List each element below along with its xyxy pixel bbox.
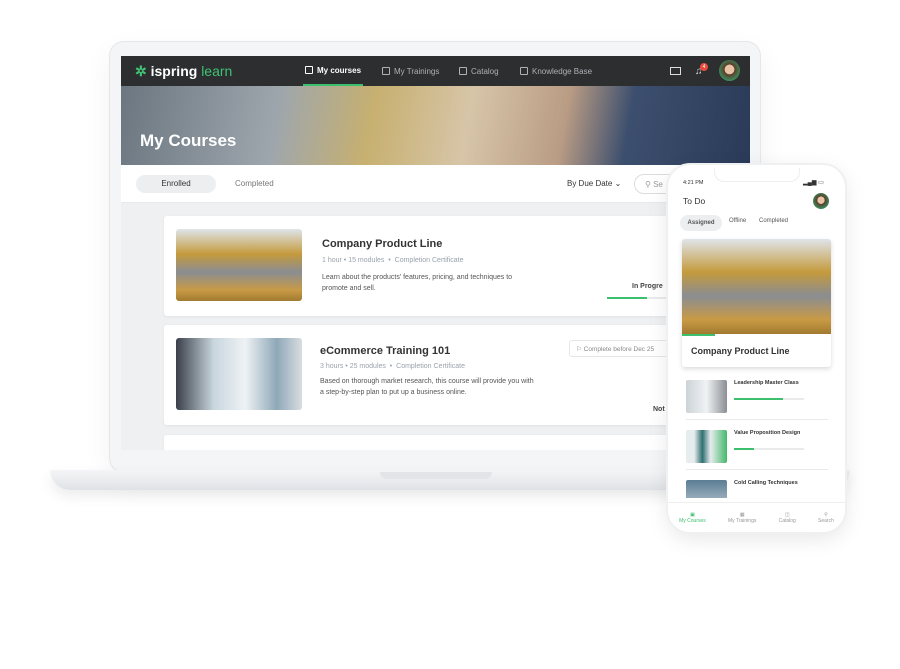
course-thumbnail: [682, 239, 831, 334]
tab-completed[interactable]: Completed: [759, 218, 788, 224]
course-card[interactable]: Company Product Line 1 hour • 15 modules…: [164, 216, 687, 316]
nav-my-courses[interactable]: My courses: [303, 56, 364, 86]
signal-battery-icon: ▂▄▆ ▭: [803, 180, 824, 186]
filter-bar: Enrolled Completed By Due Date ⌄ ⚲ Se: [121, 165, 750, 203]
sort-dropdown[interactable]: By Due Date ⌄: [567, 179, 621, 188]
course-thumbnail: [686, 430, 727, 463]
avatar[interactable]: [813, 193, 829, 209]
list-item[interactable]: Leadership Master Class: [686, 378, 828, 420]
progress-bar: [734, 448, 804, 450]
course-description: Based on thorough market research, this …: [320, 378, 534, 396]
catalog-icon: [459, 67, 467, 75]
page-title: My Courses: [140, 131, 237, 150]
status-label: Not: [653, 406, 665, 413]
status-time: 4:21 PM: [683, 180, 704, 186]
phone-title: To Do: [683, 196, 706, 206]
featured-course-card[interactable]: Company Product Line: [682, 239, 831, 367]
course-card[interactable]: [164, 435, 684, 450]
tabbar-catalog[interactable]: ◫ Catalog: [779, 512, 796, 524]
tab-assigned[interactable]: Assigned: [680, 215, 722, 231]
nav-catalog[interactable]: Catalog: [459, 56, 499, 86]
list-item[interactable]: Cold Calling Techniques: [686, 478, 828, 498]
flag-icon: ⚐: [576, 346, 582, 353]
phone-tabs: Assigned Offline Completed: [680, 215, 840, 231]
avatar[interactable]: [719, 60, 740, 81]
phone-frame: 4:21 PM ▂▄▆ ▭ To Do Assigned Offline Com…: [668, 165, 845, 532]
progress-fill: [734, 398, 783, 400]
ispring-logo[interactable]: ✲ ispring learn: [135, 63, 232, 80]
chevron-down-icon: ⌄: [614, 179, 622, 188]
progress-bar: [734, 398, 804, 400]
tab-enrolled[interactable]: Enrolled: [136, 175, 216, 193]
nav-label: My courses: [317, 65, 362, 75]
course-meta: 1 hour • 15 modules • Completion Certifi…: [322, 257, 464, 264]
course-title: Leadership Master Class: [734, 380, 799, 386]
progress-fill: [734, 448, 754, 450]
course-meta: 3 hours • 25 modules • Completion Certif…: [320, 363, 466, 370]
tabbar-my-courses[interactable]: ▣ My Courses: [679, 512, 706, 524]
progress-fill: [682, 334, 715, 336]
tabbar-search[interactable]: ⚲ Search: [818, 512, 834, 524]
phone-notch: [714, 168, 800, 182]
list-item[interactable]: Value Proposition Design: [686, 428, 828, 470]
nav-label: Catalog: [471, 66, 499, 76]
course-thumbnail: [176, 229, 302, 301]
notification-badge: 4: [700, 63, 708, 71]
progress-bar: [682, 334, 831, 336]
laptop-notch: [380, 472, 492, 479]
tab-bar: ▣ My Courses ▦ My Trainings ◫ Catalog ⚲ Sear…: [668, 502, 845, 532]
nav-label: My Trainings: [394, 66, 440, 76]
status-label: In Progre: [632, 283, 663, 290]
search-icon: ⚲: [645, 180, 651, 189]
course-thumbnail: [176, 338, 302, 410]
course-title[interactable]: Company Product Line: [322, 238, 442, 250]
hero-banner: My Courses: [121, 86, 750, 165]
progress-fill: [607, 297, 647, 299]
course-thumbnail: [686, 480, 727, 498]
nav-label: Knowledge Base: [532, 66, 593, 76]
top-navbar: ✲ ispring learn My courses My Trainings …: [121, 56, 750, 86]
course-title: Cold Calling Techniques: [734, 480, 798, 486]
course-title: Value Proposition Design: [734, 430, 801, 436]
book-icon: [305, 66, 313, 74]
search-placeholder: Se: [653, 180, 663, 189]
course-thumbnail: [686, 380, 727, 413]
logo-product: learn: [201, 63, 233, 79]
tab-completed[interactable]: Completed: [235, 179, 274, 188]
mail-icon[interactable]: [670, 67, 681, 75]
tabbar-my-trainings[interactable]: ▦ My Trainings: [728, 512, 756, 524]
info-icon: [520, 67, 528, 75]
tab-offline[interactable]: Offline: [729, 218, 746, 224]
nav-my-trainings[interactable]: My Trainings: [382, 56, 439, 86]
course-description: Learn about the products' features, pric…: [322, 274, 513, 292]
nav-knowledge-base[interactable]: Knowledge Base: [520, 56, 592, 86]
logo-brand: ispring: [150, 63, 198, 79]
course-title: Company Product Line: [691, 346, 790, 356]
laptop-screen: ✲ ispring learn My courses My Trainings …: [121, 56, 750, 450]
course-card[interactable]: eCommerce Training 101 3 hours • 25 modu…: [164, 325, 689, 425]
course-title[interactable]: eCommerce Training 101: [320, 345, 450, 357]
calendar-icon: [382, 67, 390, 75]
sort-label: By Due Date: [567, 179, 613, 188]
